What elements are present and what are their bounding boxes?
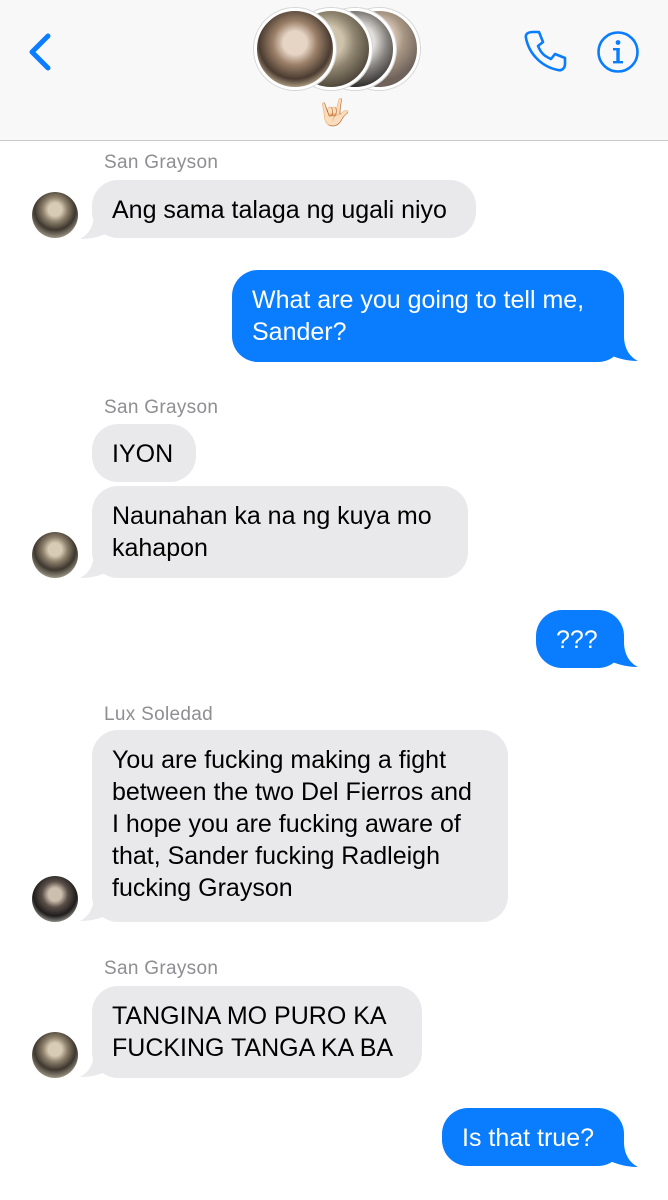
sender-name: San Grayson (104, 958, 219, 979)
sender-name: Lux Soledad (104, 704, 213, 725)
group-name-emoji[interactable]: 🤟🏻 (318, 96, 350, 128)
avatar[interactable] (32, 192, 78, 238)
message-bubble-outgoing[interactable]: What are you going to tell me, Sander? (232, 270, 624, 362)
chevron-left-icon[interactable] (26, 30, 58, 74)
avatar[interactable] (32, 1032, 78, 1078)
message-bubble-incoming[interactable]: IYON (92, 424, 196, 482)
sender-name: San Grayson (104, 152, 219, 173)
message-bubble-outgoing[interactable]: Is that true? (442, 1108, 624, 1166)
message-bubble-incoming[interactable]: You are fucking making a fight between t… (92, 730, 508, 922)
avatar[interactable] (32, 876, 78, 922)
message-bubble-incoming[interactable]: TANGINA MO PURO KA FUCKING TANGA KA BA (92, 986, 422, 1078)
phone-icon[interactable] (522, 28, 568, 74)
group-avatars[interactable] (252, 6, 420, 90)
message-bubble-outgoing[interactable]: ??? (536, 610, 624, 668)
info-icon[interactable] (596, 30, 640, 74)
message-bubble-incoming[interactable]: Ang sama talaga ng ugali niyo (92, 180, 476, 238)
conversation-header: 🤟🏻 (0, 0, 668, 141)
sender-name: San Grayson (104, 397, 219, 418)
avatar[interactable] (32, 532, 78, 578)
group-avatar (254, 8, 336, 90)
message-bubble-incoming[interactable]: Naunahan ka na ng kuya mo kahapon (92, 486, 468, 578)
